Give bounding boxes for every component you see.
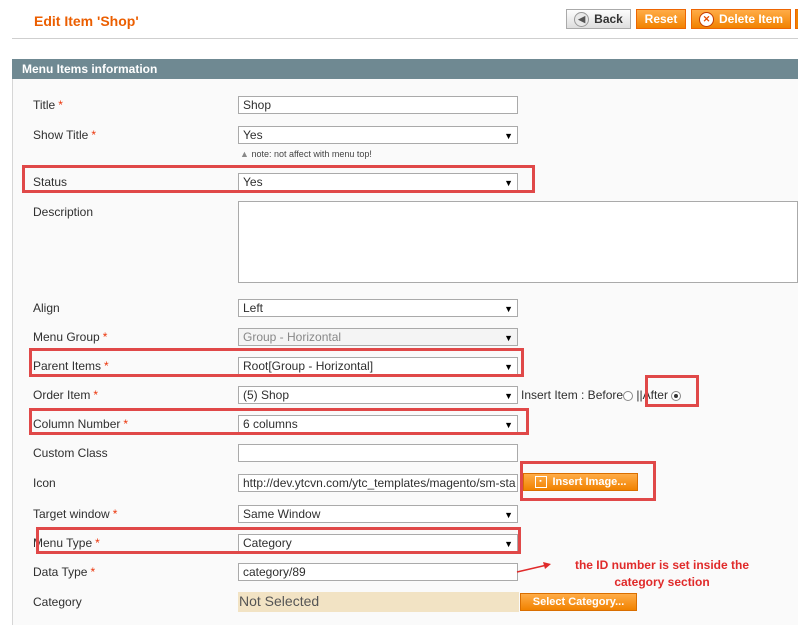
dropdown-arrow-icon: ▼ (504, 510, 513, 520)
category-label: Category (33, 595, 82, 609)
parent-items-highlight-box (29, 348, 524, 377)
align-select[interactable]: Left ▼ (238, 299, 518, 317)
column-number-highlight-box (29, 408, 529, 435)
custom-class-input[interactable] (238, 444, 518, 462)
annotation-text: the ID number is set inside the category… (548, 557, 776, 591)
title-label: Title * (33, 98, 63, 112)
arrow-left-icon: ◀ (574, 11, 590, 27)
back-button-label: Back (594, 12, 623, 26)
back-button[interactable]: ◀ Back (566, 9, 631, 29)
menu-type-highlight-box (36, 527, 521, 554)
select-category-label: Select Category... (532, 596, 625, 608)
description-label: Description (33, 205, 94, 219)
data-type-label: Data Type * (33, 565, 96, 579)
icon-input[interactable]: http://dev.ytcvn.com/ytc_templates/magen… (238, 474, 518, 492)
order-item-select[interactable]: (5) Shop ▼ (238, 386, 518, 404)
dropdown-arrow-icon: ▼ (504, 131, 513, 141)
delete-item-button[interactable]: ✕ Delete Item (691, 9, 791, 29)
show-title-note: ▲ note: not affect with menu top! (240, 149, 372, 159)
target-window-select[interactable]: Same Window ▼ (238, 505, 518, 523)
reset-button[interactable]: Reset (636, 9, 686, 29)
required-asterisk-icon: * (102, 330, 108, 344)
triangle-up-icon: ▲ (240, 149, 249, 159)
insert-item-label: Insert Item : Before (521, 388, 624, 402)
show-title-label: Show Title * (33, 128, 97, 142)
status-highlight-box (22, 165, 535, 193)
menu-group-select: Group - Horizontal ▼ (238, 328, 518, 346)
required-asterisk-icon: * (112, 507, 118, 521)
section-header: Menu Items information (12, 59, 798, 79)
required-asterisk-icon: * (93, 388, 99, 402)
custom-class-label: Custom Class (33, 446, 108, 460)
data-type-input[interactable]: category/89 (238, 563, 518, 581)
align-label: Align (33, 301, 60, 315)
description-textarea[interactable] (238, 201, 798, 283)
header-divider (12, 38, 798, 39)
page-title: Edit Item 'Shop' (34, 13, 139, 29)
annotation-line-1: the ID number is set inside the (574, 558, 750, 572)
dropdown-arrow-icon: ▼ (504, 333, 513, 343)
required-asterisk-icon: * (91, 128, 97, 142)
order-item-label: Order Item * (33, 388, 99, 402)
delete-button-label: Delete Item (718, 12, 784, 26)
dropdown-arrow-icon: ▼ (504, 391, 513, 401)
icon-label: Icon (33, 476, 56, 490)
annotation-line-2: category section (614, 575, 710, 589)
show-title-select[interactable]: Yes ▼ (238, 126, 518, 144)
dropdown-arrow-icon: ▼ (504, 304, 513, 314)
required-asterisk-icon: * (90, 565, 96, 579)
x-circle-icon: ✕ (698, 11, 714, 27)
category-value: Not Selected (238, 592, 519, 612)
target-window-label: Target window * (33, 507, 118, 521)
after-radio-highlight-box (645, 375, 699, 407)
radio-before[interactable] (623, 390, 634, 401)
insert-image-highlight-box (520, 461, 656, 501)
select-category-button[interactable]: Select Category... (520, 593, 637, 611)
menu-group-label: Menu Group * (33, 330, 108, 344)
reset-button-label: Reset (644, 12, 678, 26)
required-asterisk-icon: * (58, 98, 63, 112)
title-input[interactable]: Shop (238, 96, 518, 114)
